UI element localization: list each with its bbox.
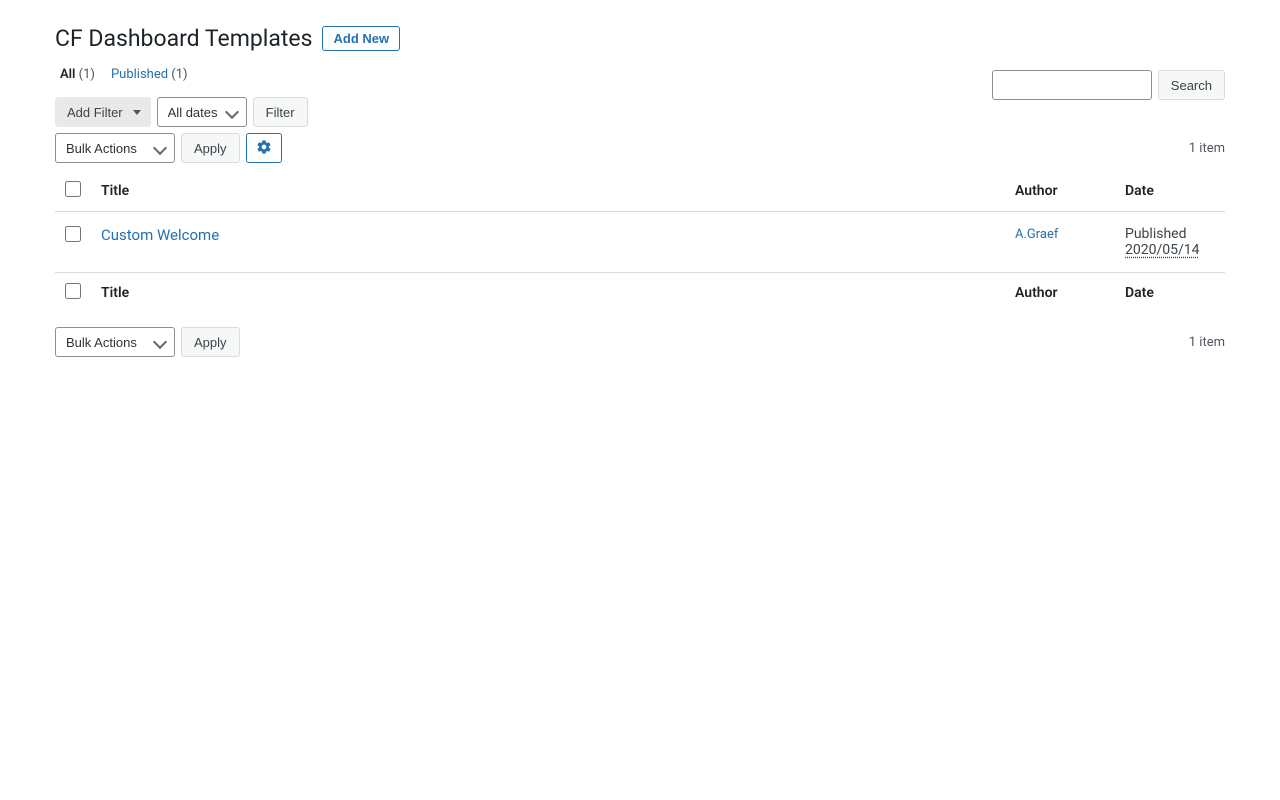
- filter-button[interactable]: Filter: [253, 97, 308, 127]
- filter-all[interactable]: All (1): [60, 67, 95, 82]
- column-header-author[interactable]: Author: [1005, 171, 1115, 212]
- row-status: Published: [1125, 226, 1215, 242]
- date-filter-select[interactable]: All dates: [157, 97, 247, 127]
- add-new-button[interactable]: Add New: [322, 26, 400, 51]
- filter-all-label: All: [60, 67, 75, 82]
- row-author-link[interactable]: A.Graef: [1015, 227, 1058, 242]
- apply-button-top[interactable]: Apply: [181, 133, 240, 163]
- item-count-bottom: 1 item: [1189, 335, 1225, 350]
- bulk-actions-select-top[interactable]: Bulk Actions: [55, 133, 175, 163]
- item-count-top: 1 item: [1189, 141, 1225, 156]
- gear-icon: [256, 139, 272, 158]
- filter-published[interactable]: Published (1): [111, 67, 188, 82]
- row-date: 2020/05/14: [1125, 242, 1200, 258]
- date-filter-wrap: All dates: [157, 97, 247, 127]
- row-title-link[interactable]: Custom Welcome: [101, 226, 219, 244]
- add-filter-button[interactable]: Add Filter: [55, 97, 151, 127]
- bulk-actions-wrap-top: Bulk Actions: [55, 133, 175, 163]
- table-row: Custom Welcome A.Graef Published 2020/05…: [55, 212, 1225, 273]
- bulk-actions-select-bottom[interactable]: Bulk Actions: [55, 327, 175, 357]
- search-input[interactable]: [992, 70, 1152, 100]
- page-title: CF Dashboard Templates: [55, 25, 312, 52]
- column-footer-title: Title: [91, 273, 1005, 314]
- select-all-checkbox-bottom[interactable]: [65, 283, 81, 299]
- filter-published-count: (1): [171, 67, 187, 82]
- filter-published-label: Published: [111, 67, 168, 82]
- column-footer-author: Author: [1005, 273, 1115, 314]
- select-all-checkbox-top[interactable]: [65, 181, 81, 197]
- search-button[interactable]: Search: [1158, 70, 1225, 100]
- column-header-date[interactable]: Date: [1115, 171, 1225, 212]
- column-footer-date: Date: [1115, 273, 1225, 314]
- settings-button[interactable]: [246, 133, 282, 163]
- apply-button-bottom[interactable]: Apply: [181, 327, 240, 357]
- row-checkbox[interactable]: [65, 226, 81, 242]
- column-header-title[interactable]: Title: [91, 171, 1005, 212]
- templates-table: Title Author Date Custom Welcome A.Graef…: [55, 171, 1225, 313]
- bulk-actions-wrap-bottom: Bulk Actions: [55, 327, 175, 357]
- filter-all-count: (1): [79, 67, 95, 82]
